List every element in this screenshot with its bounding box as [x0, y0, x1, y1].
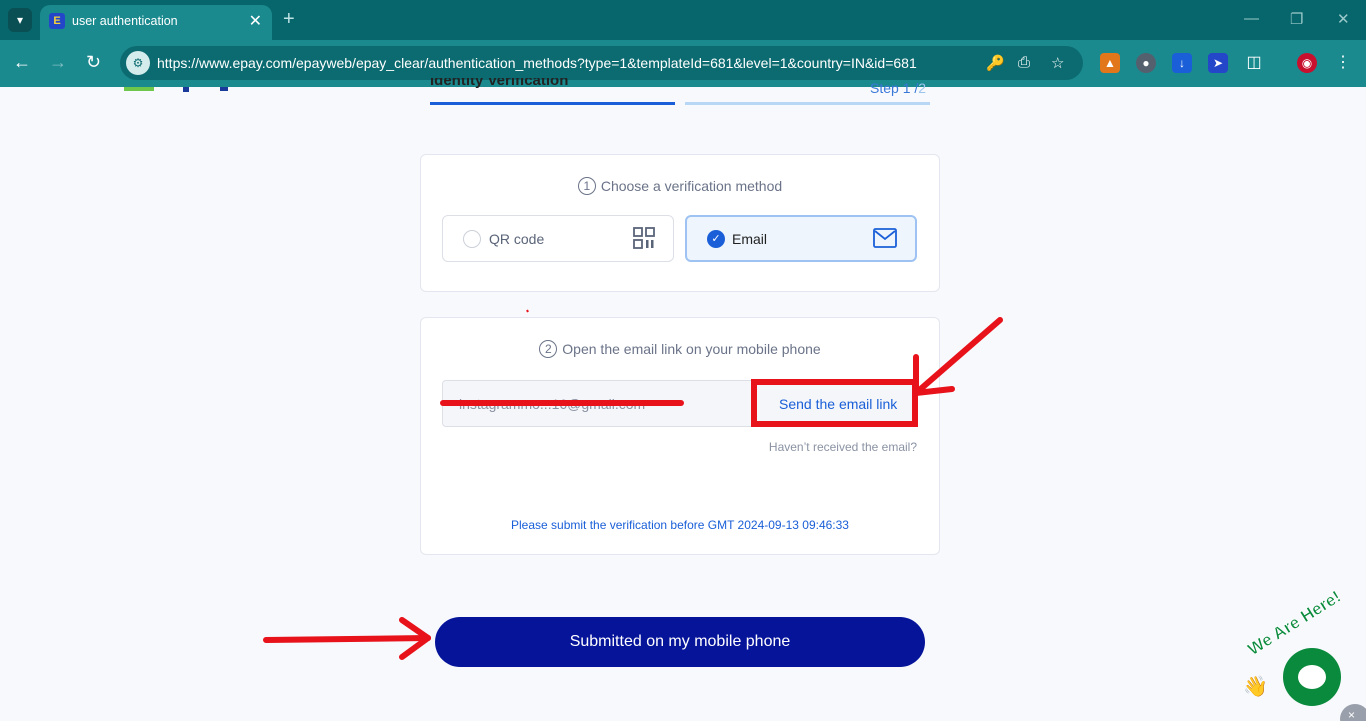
browser-tab[interactable]: E user authentication ✕: [40, 5, 272, 40]
install-icon[interactable]: ⎙: [1018, 54, 1030, 71]
logo-mark: [124, 87, 154, 91]
reload-icon[interactable]: ↻: [86, 52, 101, 73]
envelope-icon: [873, 228, 897, 248]
forward-icon[interactable]: →: [49, 52, 67, 73]
progress-step-1: [430, 102, 675, 105]
redaction-strike: [440, 400, 684, 406]
new-tab-button[interactable]: +: [283, 8, 295, 31]
url-text[interactable]: https://www.epay.com/epayweb/epay_clear/…: [157, 55, 917, 71]
menu-icon[interactable]: ⋮: [1333, 53, 1353, 73]
back-icon[interactable]: ←: [13, 52, 31, 73]
arrow-to-submit: [263, 617, 431, 660]
restore-icon[interactable]: ❐: [1290, 10, 1303, 28]
progress-step-2: [685, 102, 930, 105]
method-heading-text: Choose a verification method: [600, 178, 783, 194]
submit-button[interactable]: Submitted on my mobile phone: [435, 617, 925, 667]
waving-hand-icon: 👋: [1243, 676, 1268, 698]
method-card: 1 Choose a verification method QR code ✓ …: [420, 154, 940, 292]
step-number-badge: 2: [539, 340, 558, 358]
extension-icon[interactable]: ●: [1136, 53, 1156, 73]
deadline-notice: Please submit the verification before GM…: [511, 518, 849, 532]
star-icon[interactable]: ☆: [1051, 54, 1064, 72]
cursor-extension-icon[interactable]: ➤: [1208, 53, 1228, 73]
annotation-dot: [526, 309, 529, 313]
email-card: 2 Open the email link on your mobile phon…: [420, 317, 940, 555]
browser-tabbar: ▾ E user authentication ✕ + — ❐ ✕: [0, 0, 1366, 40]
email-option[interactable]: ✓ Email: [685, 215, 917, 262]
email-label: Email: [732, 231, 768, 247]
tab-close-icon[interactable]: ✕: [249, 11, 262, 31]
email-heading-text: Open the email link on your mobile phone: [562, 341, 821, 357]
minimize-icon[interactable]: —: [1244, 10, 1259, 27]
browser-toolbar: ← → ↻ ⚙ https://www.epay.com/epayweb/epa…: [0, 40, 1366, 87]
qr-code-icon: [633, 227, 655, 249]
not-received-link[interactable]: Haven’t received the email?: [769, 440, 917, 454]
chat-launcher-button[interactable]: [1283, 648, 1341, 706]
radio-unchecked-icon[interactable]: [463, 230, 481, 248]
radio-checked-icon[interactable]: ✓: [707, 230, 725, 248]
logo-mark-part: [220, 87, 228, 91]
chat-banner-text: We Are Here!: [1244, 586, 1345, 660]
qr-code-option[interactable]: QR code: [442, 215, 674, 262]
tab-search-icon[interactable]: ▾: [8, 8, 32, 32]
step-number-badge: 1: [577, 177, 596, 195]
puzzle-icon[interactable]: ◫: [1244, 53, 1264, 73]
method-heading: 1 Choose a verification method: [421, 177, 939, 195]
chat-bubble-icon: [1298, 665, 1326, 689]
logo-mark-part: [183, 87, 189, 92]
email-heading: 2 Open the email link on your mobile phon…: [421, 340, 939, 358]
step-label: Step 1 /: [870, 80, 919, 96]
window-close-icon[interactable]: ✕: [1337, 10, 1350, 28]
chat-dismiss-icon[interactable]: ×: [1340, 704, 1366, 721]
site-info-icon[interactable]: ⚙: [126, 51, 150, 75]
epay-favicon-icon: E: [49, 13, 65, 29]
highlight-box: [751, 379, 918, 427]
metamask-icon[interactable]: ▲: [1100, 53, 1120, 73]
tab-title: user authentication: [72, 14, 178, 28]
key-icon[interactable]: 🔑: [986, 54, 1005, 72]
download-icon[interactable]: ↓: [1172, 53, 1192, 73]
address-bar[interactable]: ⚙ https://www.epay.com/epayweb/epay_clea…: [120, 46, 1083, 80]
qr-code-label: QR code: [489, 231, 545, 247]
step-indicator: Step 1 /2: [870, 80, 926, 96]
page-title: Identity Verification: [430, 78, 569, 89]
step-total: 2: [918, 80, 927, 96]
profile-icon[interactable]: ◉: [1297, 53, 1317, 73]
